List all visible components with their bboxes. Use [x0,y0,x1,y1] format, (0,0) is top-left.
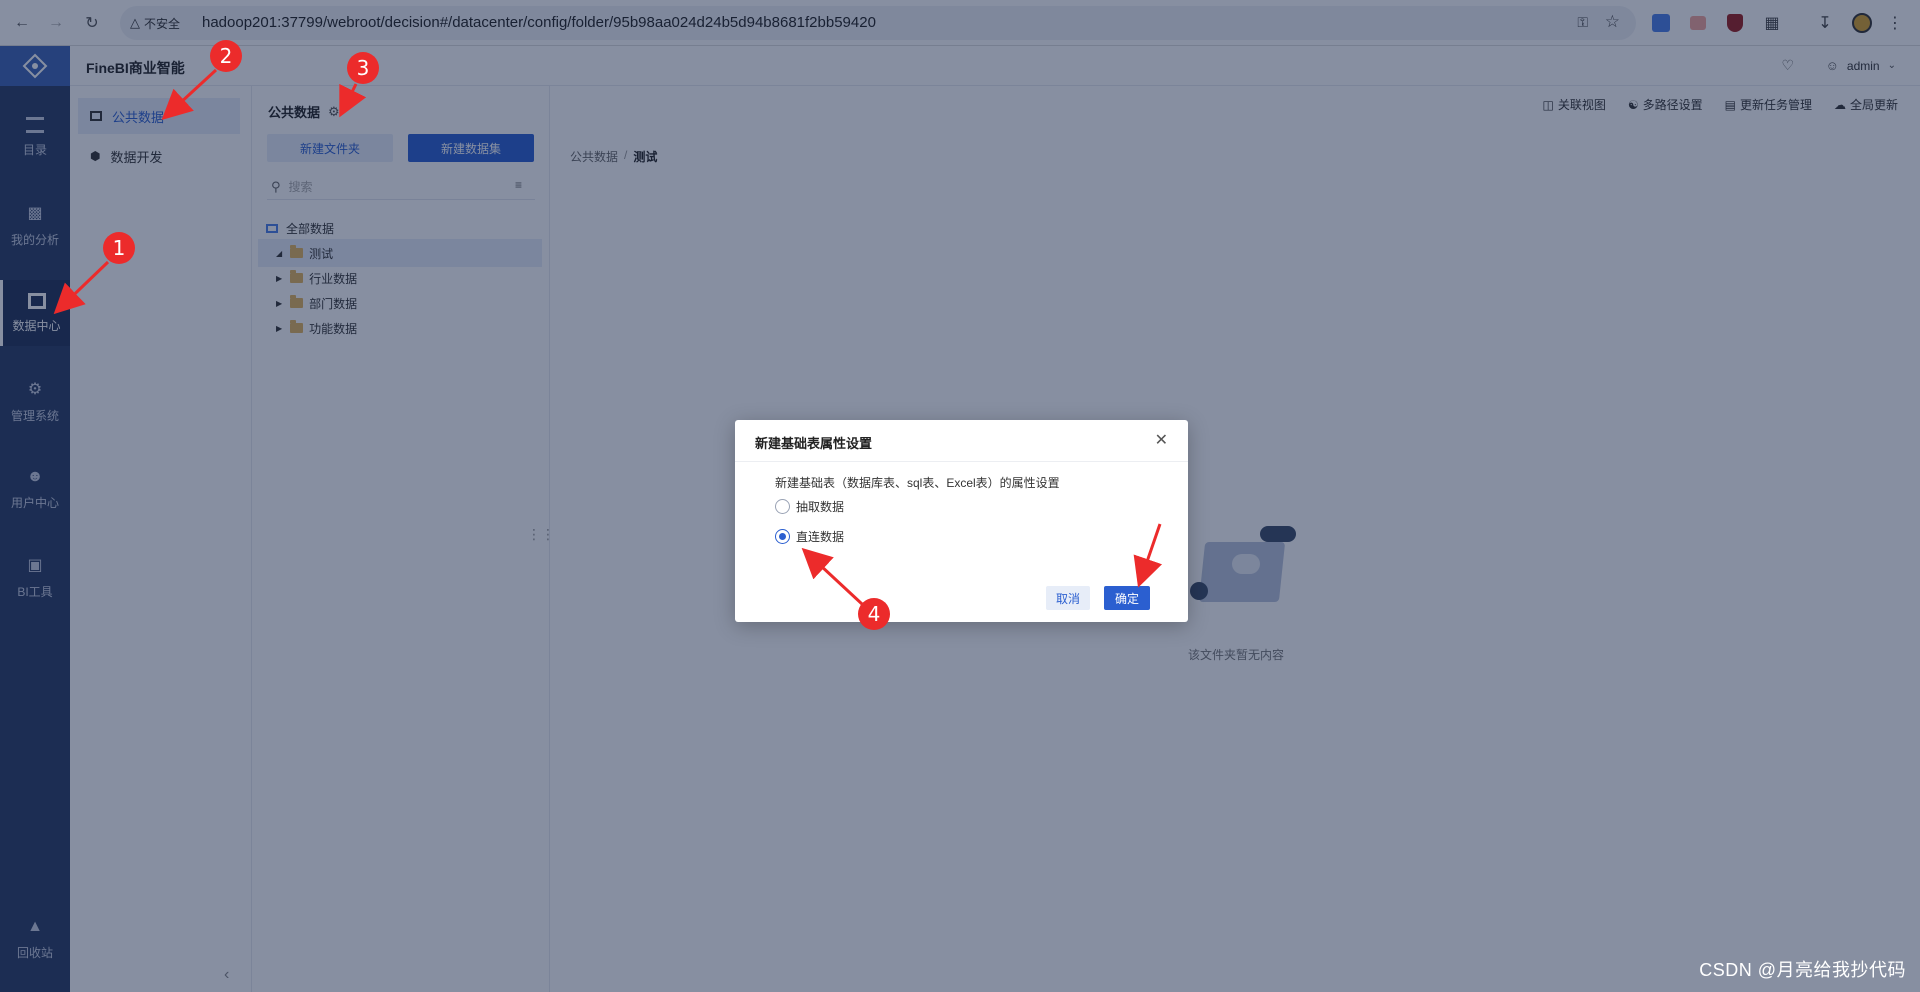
annotation-badge-2: 2 [210,40,242,72]
dialog-header: 新建基础表属性设置 ✕ [735,420,1188,462]
create-table-properties-dialog: 新建基础表属性设置 ✕ 新建基础表（数据库表、sql表、Excel表）的属性设置… [735,420,1188,622]
screen: ← → ↻ △ 不安全 hadoop201:37799/webroot/deci… [0,0,1920,992]
dialog-description: 新建基础表（数据库表、sql表、Excel表）的属性设置 [775,476,1060,490]
radio-button[interactable] [775,499,790,514]
dialog-title: 新建基础表属性设置 [755,436,873,451]
close-icon[interactable]: ✕ [1155,430,1168,450]
confirm-button[interactable]: 确定 [1104,586,1150,610]
annotation-badge-4: 4 [858,598,890,630]
annotation-badge-1: 1 [103,232,135,264]
watermark: CSDN @月亮给我抄代码 [1699,960,1906,980]
radio-button-selected[interactable] [775,529,790,544]
annotation-badge-3: 3 [347,52,379,84]
cancel-button[interactable]: 取消 [1046,586,1090,610]
radio-extract-data[interactable]: 抽取数据 [775,498,844,515]
radio-direct-data[interactable]: 直连数据 [775,528,844,545]
